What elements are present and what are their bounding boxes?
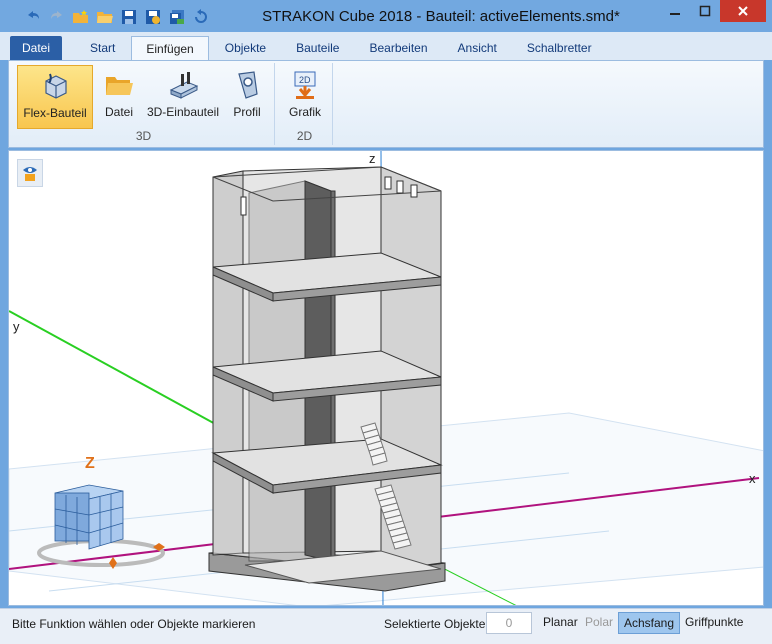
close-icon [738,6,748,16]
status-message: Bitte Funktion wählen oder Objekte marki… [12,617,256,631]
tab-einfuegen[interactable]: Einfügen [131,36,209,60]
maximize-button[interactable] [690,0,720,22]
svg-text:2D: 2D [299,75,311,85]
polar-toggle[interactable]: Polar [580,612,618,634]
building-model [208,166,446,592]
tab-datei[interactable]: Datei [10,36,63,60]
graphic-2d-icon: 2D [289,69,321,101]
ribbon-group-3d-name: 3D [135,129,152,143]
grafik-label: Grafik [288,105,321,119]
flex-bauteil-button[interactable]: Flex-Bauteil [17,65,93,129]
tab-objekte[interactable]: Objekte [211,36,280,60]
flex-component-icon [39,70,71,102]
ribbon-group-3d: Flex-Bauteil Datei 3D-Einbauteil Profil … [13,63,275,145]
3d-viewport[interactable]: z y x Z [8,150,764,606]
scene-drawing [9,151,763,605]
selected-objects-count: 0 [486,612,532,634]
tab-schalbretter[interactable]: Schalbretter [513,36,606,60]
ribbon-panel: Flex-Bauteil Datei 3D-Einbauteil Profil … [8,60,764,148]
tab-bearbeiten[interactable]: Bearbeiten [355,36,441,60]
datei-insert-button[interactable]: Datei [97,65,141,129]
profil-label: Profil [233,105,261,119]
y-axis-label: y [13,319,20,334]
gizmo-z-label[interactable]: Z [85,455,95,473]
profile-icon [231,69,263,101]
tab-bauteile[interactable]: Bauteile [282,36,353,60]
status-bar: Bitte Funktion wählen oder Objekte marki… [0,608,772,644]
selected-objects-label: Selektierte Objekte [384,617,486,631]
minimize-button[interactable] [660,0,690,22]
tab-start[interactable]: Start [76,36,129,60]
3d-einbauteil-button[interactable]: 3D-Einbauteil [145,65,221,129]
window-title: STRAKON Cube 2018 - Bauteil: activeEleme… [262,8,620,25]
achsfang-toggle[interactable]: Achsfang [618,612,681,634]
window-controls [660,0,766,22]
title-bar: STRAKON Cube 2018 - Bauteil: activeEleme… [0,0,772,32]
ribbon-tabs: Datei Start Einfügen Objekte Bauteile Be… [0,32,772,60]
ribbon-group-2d: 2D Grafik 2D [277,63,333,145]
planar-toggle[interactable]: Planar [538,612,583,634]
maximize-icon [699,5,711,17]
datei-insert-label: Datei [104,105,133,119]
3d-einbauteil-label: 3D-Einbauteil [146,105,220,119]
x-axis-label: x [749,471,756,486]
folder-icon [103,69,135,101]
tab-ansicht[interactable]: Ansicht [444,36,511,60]
profil-button[interactable]: Profil [225,65,269,129]
3d-insert-icon [167,69,199,101]
eye-icon [23,167,37,181]
minimize-icon [670,13,680,15]
flex-bauteil-label: Flex-Bauteil [23,106,87,120]
ribbon-group-2d-name: 2D [296,129,313,143]
close-button[interactable] [720,0,766,22]
z-axis-label: z [369,151,376,166]
grafik-button[interactable]: 2D Grafik [283,65,327,129]
view-options-button[interactable] [17,159,43,187]
griffpunkte-toggle[interactable]: Griffpunkte [680,612,748,634]
